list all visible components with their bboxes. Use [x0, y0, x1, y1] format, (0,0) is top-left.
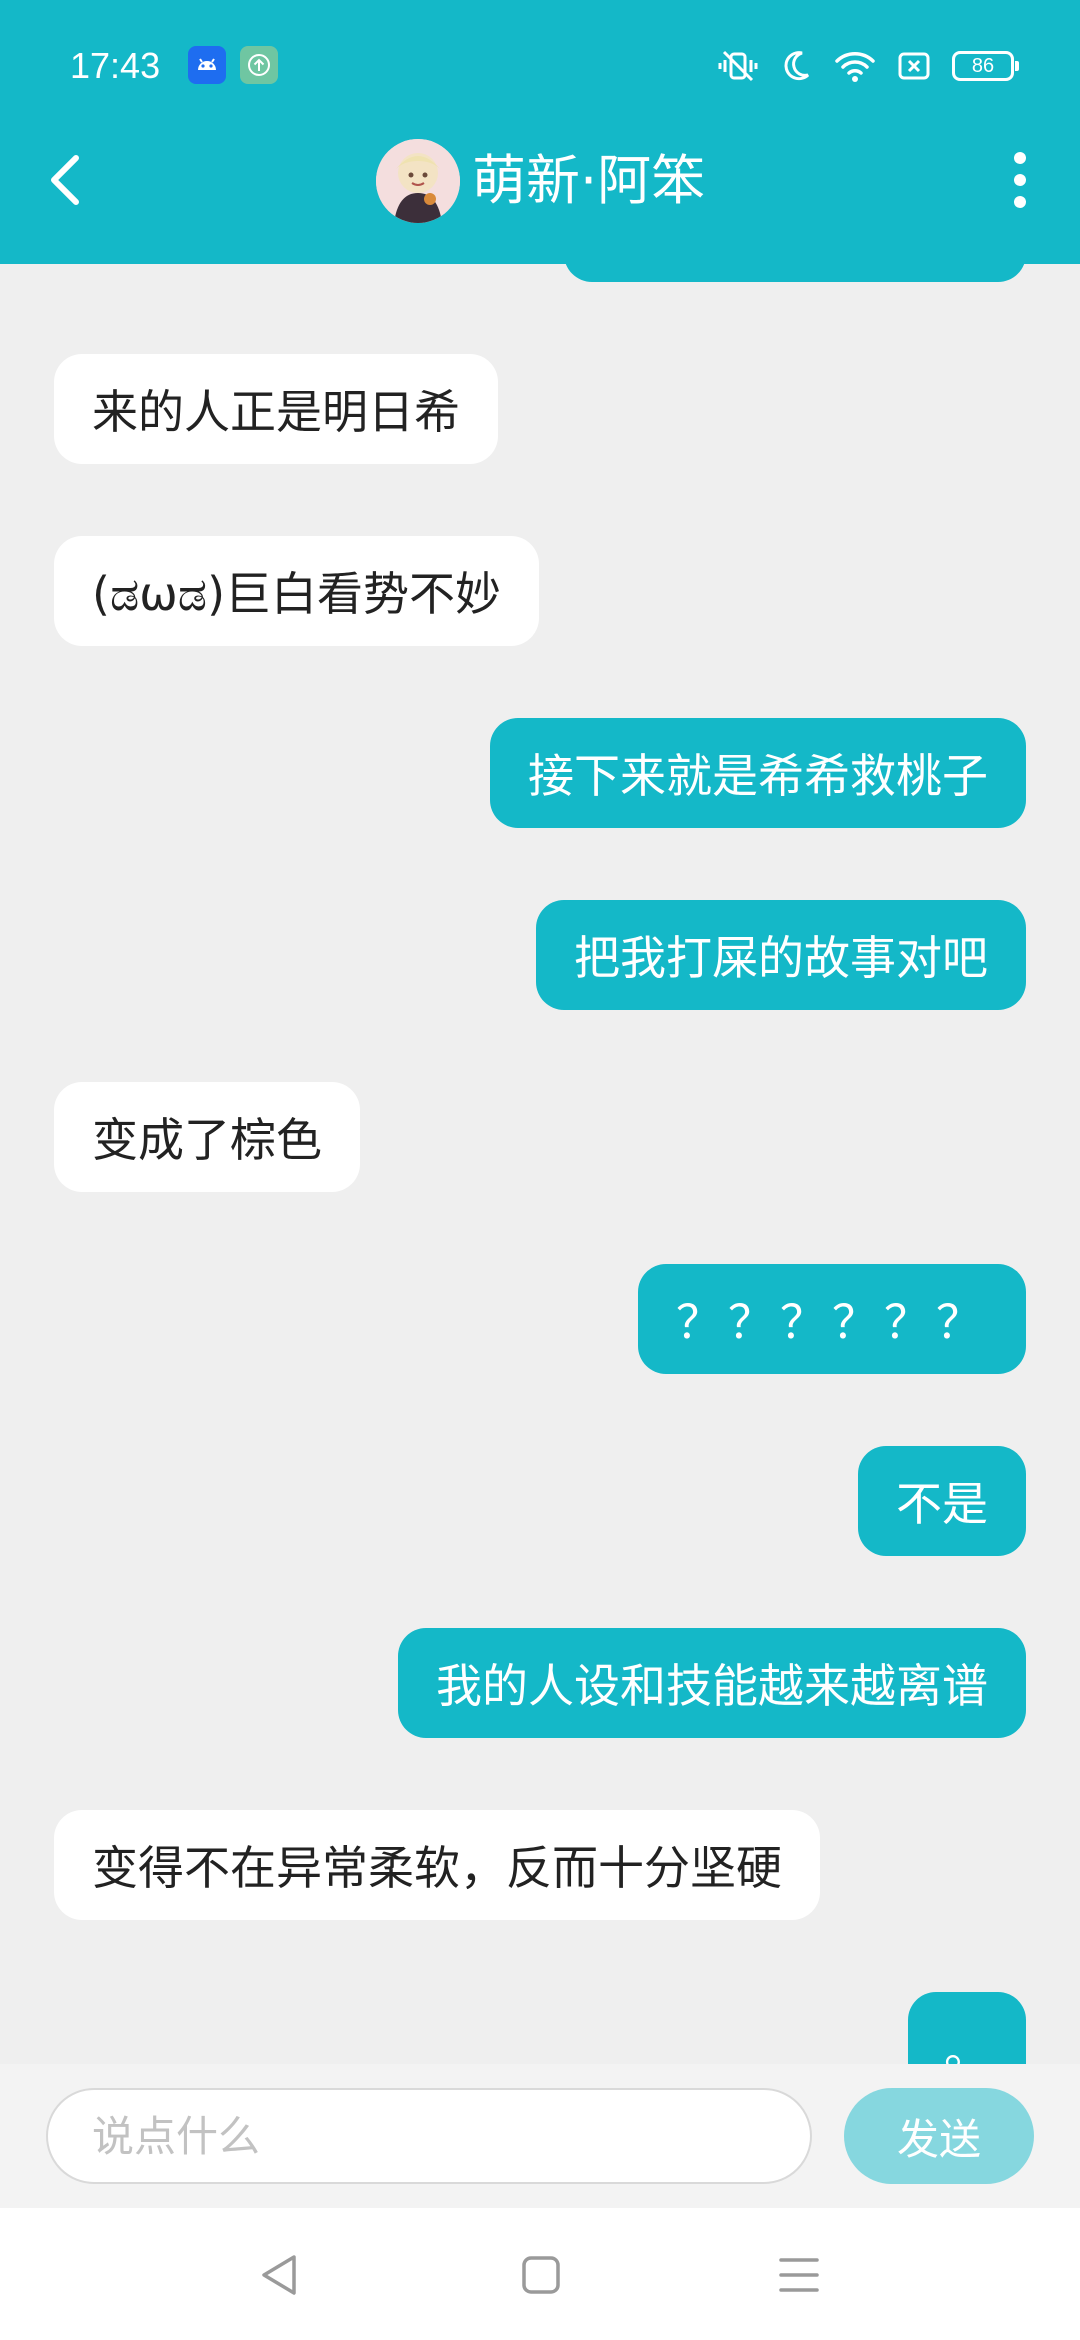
chat-title: 萌新·阿笨 [472, 149, 706, 212]
status-icons: 86 [716, 44, 1019, 88]
more-menu-button[interactable] [1000, 140, 1040, 220]
sim-error-icon [898, 52, 930, 80]
message-bubble-outgoing[interactable] [564, 264, 1026, 282]
message-bubble-outgoing[interactable]: 把我打屎的故事对吧 [536, 900, 1026, 1010]
send-button[interactable]: 发送 [844, 2088, 1034, 2184]
message-bubble-incoming[interactable]: (ಡωಡ)巨白看势不妙 [54, 536, 540, 646]
back-triangle-icon [262, 2255, 296, 2295]
message-list[interactable]: 来的人正是明日希 (ಡωಡ)巨白看势不妙 接下来就是希希救桃子 把我打屎的故事对… [0, 264, 1080, 2064]
message-bubble-outgoing[interactable]: 接下来就是希希救桃子 [490, 718, 1026, 828]
nav-home-button[interactable] [516, 2250, 566, 2300]
home-square-icon [522, 2256, 560, 2294]
upload-icon [240, 46, 278, 84]
message-bubble-incoming[interactable]: 变成了棕色 [54, 1082, 360, 1192]
message-bubble-outgoing[interactable]: 。 [908, 1992, 1026, 2064]
wifi-icon [835, 52, 875, 82]
menu-lines-icon [779, 2258, 819, 2292]
vibrate-off-icon [718, 50, 758, 82]
message-bubble-incoming[interactable]: 变得不在异常柔软，反而十分坚硬 [54, 1810, 820, 1920]
nav-menu-button[interactable] [774, 2250, 824, 2300]
android-icon [188, 46, 226, 84]
avatar[interactable] [376, 139, 460, 223]
moon-icon [784, 51, 810, 81]
battery-icon: 86 [952, 51, 1019, 81]
back-button[interactable] [40, 140, 90, 220]
chevron-left-icon [51, 155, 79, 205]
top-bar: 17:43 86 萌新·阿笨 [0, 0, 1080, 264]
message-bubble-outgoing[interactable]: 不是 [858, 1446, 1026, 1556]
message-input[interactable] [46, 2088, 812, 2184]
status-time: 17:43 [70, 45, 161, 86]
message-bubble-incoming[interactable]: 来的人正是明日希 [54, 354, 498, 464]
more-vertical-icon [1014, 152, 1026, 164]
message-bubble-outgoing[interactable]: 我的人设和技能越来越离谱 [398, 1628, 1026, 1738]
nav-back-button[interactable] [254, 2250, 304, 2300]
system-nav-bar [0, 2208, 1080, 2340]
input-bar: 发送 [0, 2064, 1080, 2208]
message-bubble-outgoing[interactable]: ？？？？？？ [638, 1264, 1026, 1374]
chat-header[interactable]: 萌新·阿笨 [376, 138, 705, 224]
